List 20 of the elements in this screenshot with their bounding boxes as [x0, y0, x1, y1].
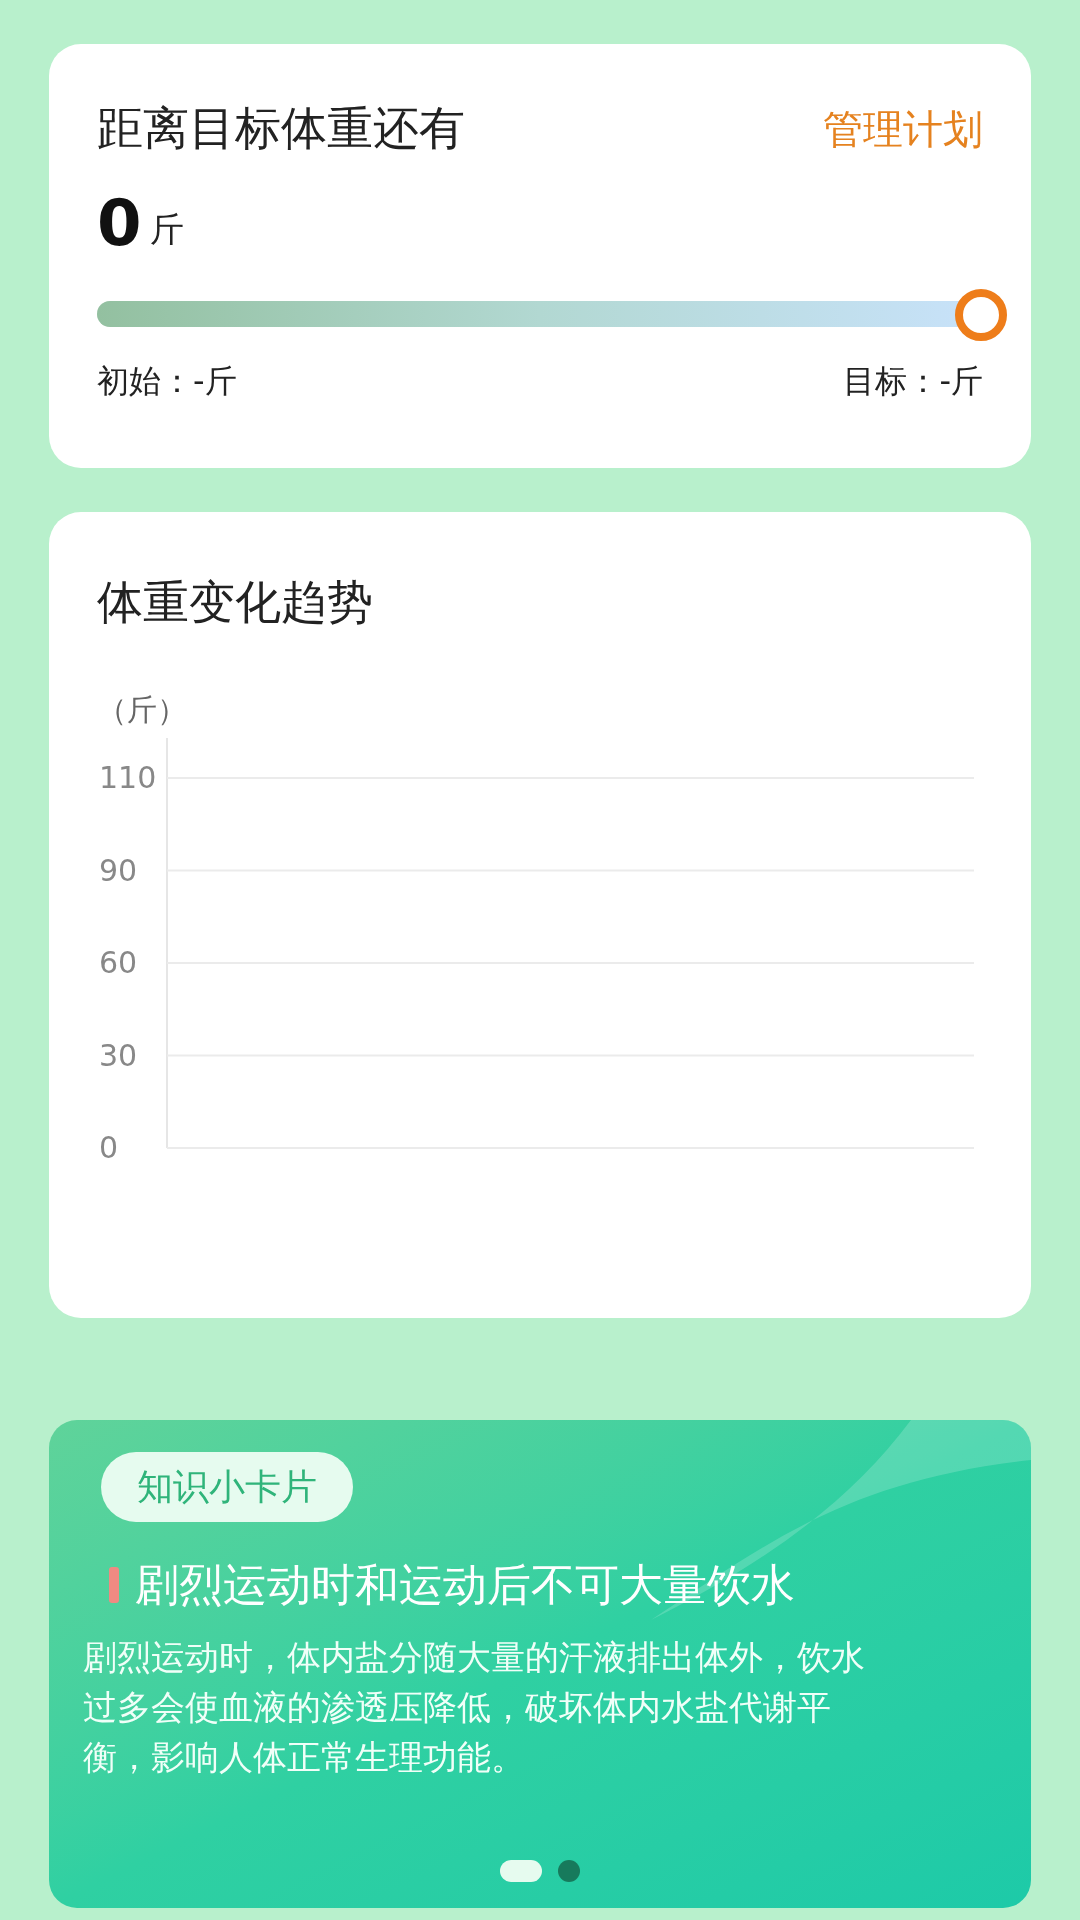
progress-thumb[interactable]	[955, 289, 1007, 341]
y-tick-label: 30	[99, 1037, 138, 1073]
remaining-value: 0	[97, 191, 142, 255]
manage-plan-link[interactable]: 管理计划	[823, 98, 983, 159]
y-tick-label: 90	[99, 852, 138, 888]
y-tick-label: 60	[99, 945, 138, 980]
knowledge-headline: 剧烈运动时和运动后不可大量饮水	[135, 1558, 795, 1612]
y-tick-label: 110	[99, 760, 157, 795]
remaining-unit: 斤	[149, 208, 184, 251]
y-axis-unit: （斤）	[97, 691, 187, 729]
page-indicator[interactable]	[558, 1860, 580, 1882]
knowledge-tag: 知识小卡片	[101, 1452, 353, 1522]
page-indicator[interactable]	[500, 1860, 542, 1882]
y-tick-label: 0	[99, 1130, 119, 1165]
card-title: 体重变化趋势	[97, 574, 374, 631]
headline-marker-icon	[109, 1567, 119, 1603]
knowledge-body: 剧烈运动时，体内盐分随大量的汗液排出体外，饮水过多会使血液的渗透压降低，破坏体内水盐代谢平衡，影响人体正常生理功能。	[83, 1636, 866, 1779]
target-weight-label: 目标：-斤	[843, 361, 983, 402]
start-weight-label: 初始：-斤	[97, 361, 237, 402]
card-title: 距离目标体重还有	[97, 100, 465, 157]
